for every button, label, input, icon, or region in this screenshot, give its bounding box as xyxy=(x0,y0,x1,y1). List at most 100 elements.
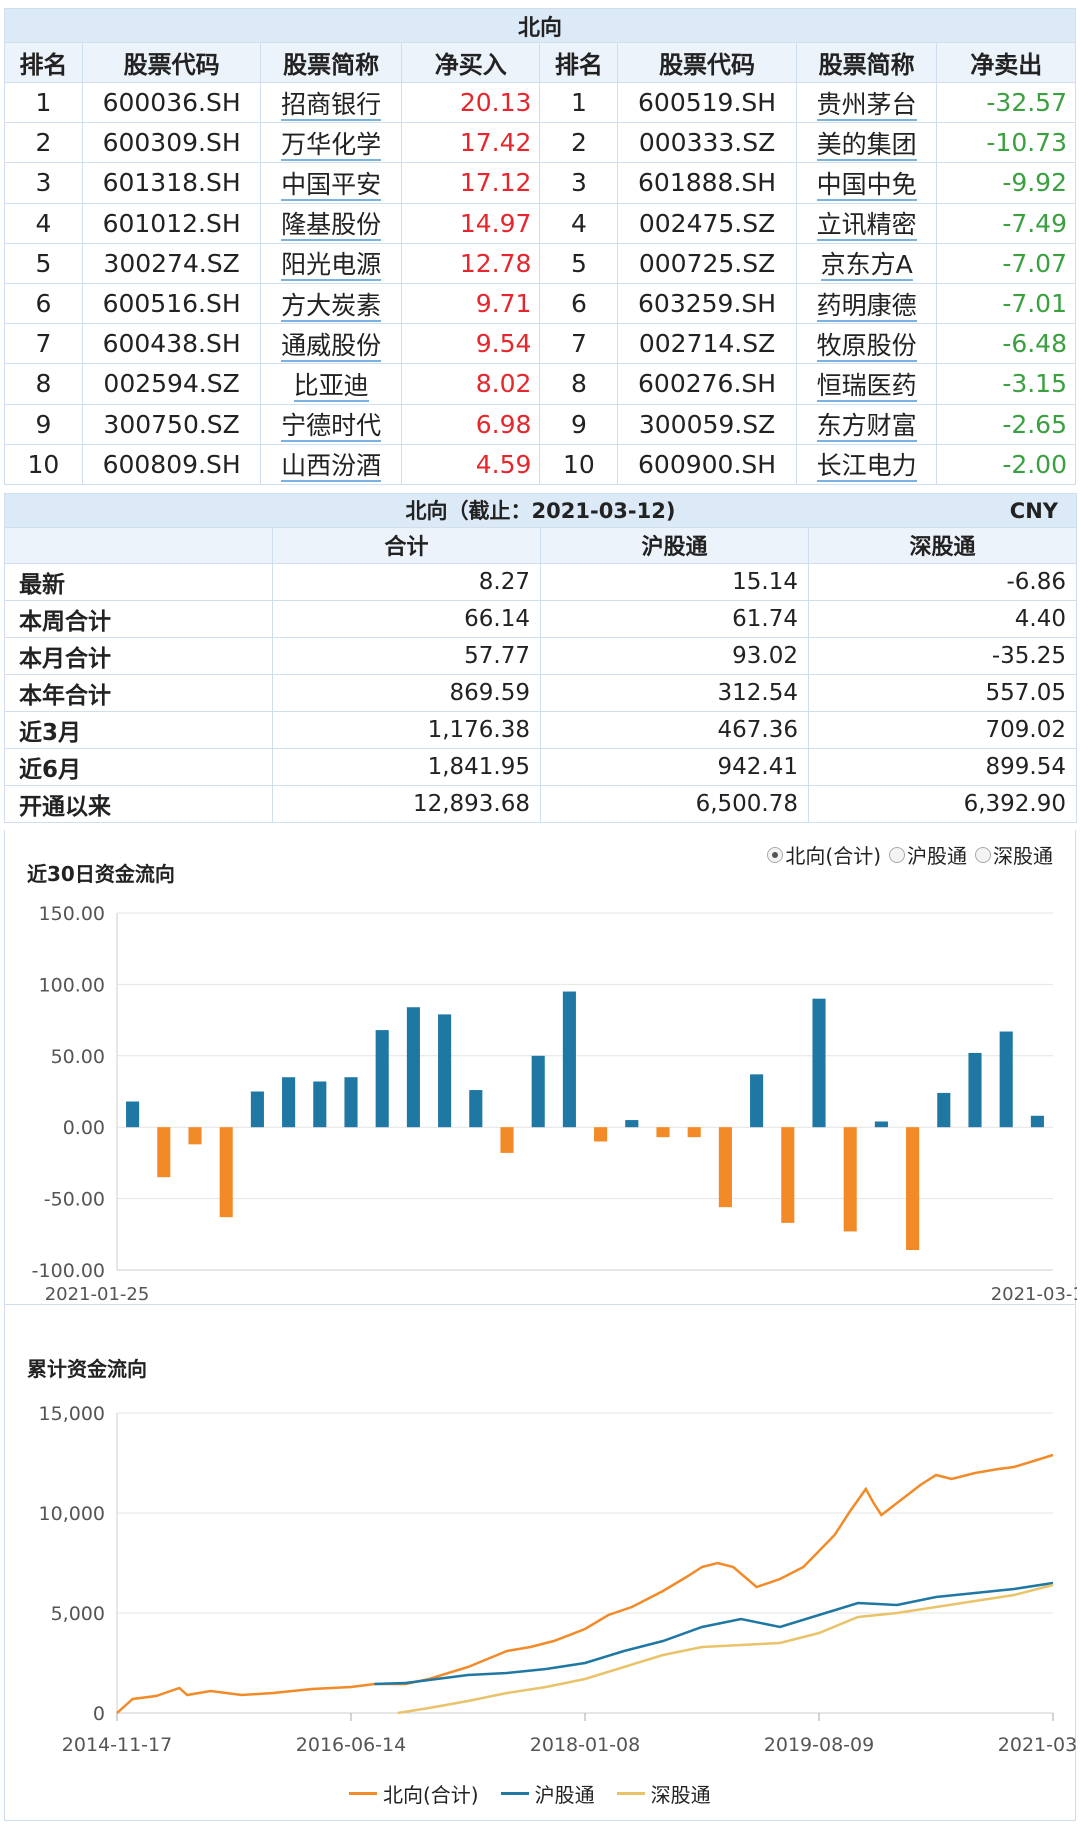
flow-bar-chart: 150.00100.0050.000.00-50.00-100.002021-0… xyxy=(32,903,1077,1305)
row-label: 最新 xyxy=(4,562,273,601)
stock-name-cell[interactable]: 中国平安 xyxy=(260,162,402,204)
series-line xyxy=(397,1583,1054,1715)
rank-cell: 5 xyxy=(539,242,619,284)
stock-name-link[interactable]: 美的集团 xyxy=(816,129,917,161)
table-row: 5 300274.SZ 阳光电源 12.78 5 000725.SZ 京东方A -7.07 xyxy=(4,242,1076,284)
stock-name-cell[interactable]: 恒瑞医药 xyxy=(795,363,938,405)
total-cell: 1,176.38 xyxy=(272,710,541,749)
stock-name-link[interactable]: 贵州茅台 xyxy=(816,89,917,121)
summary-header-blank xyxy=(4,526,273,564)
stock-name-cell[interactable]: 宁德时代 xyxy=(260,403,402,445)
bar xyxy=(781,1127,795,1223)
stock-name-link[interactable]: 隆基股份 xyxy=(281,210,382,242)
net-buy-cell: 4.59 xyxy=(400,443,541,485)
stock-name-cell[interactable]: 长江电力 xyxy=(795,443,938,485)
stock-name-link[interactable]: 山西汾酒 xyxy=(281,451,382,483)
stock-name-cell[interactable]: 东方财富 xyxy=(795,403,938,445)
stock-name-link[interactable]: 中国中免 xyxy=(816,169,917,201)
stock-name-link[interactable]: 方大炭素 xyxy=(281,290,382,322)
stock-name-link[interactable]: 万华化学 xyxy=(281,129,382,161)
header-net-sell: 净卖出 xyxy=(936,42,1076,83)
northbound-summary-table: 北向（截止：2021-03-12) CNY 合计 沪股通 深股通 最新 8.27 1… xyxy=(4,492,1077,823)
code-cell: 600900.SH xyxy=(617,443,797,485)
table-row: 4 601012.SH 隆基股份 14.97 4 002475.SZ 立讯精密 -7.49 xyxy=(4,202,1076,244)
stock-name-link[interactable]: 恒瑞医药 xyxy=(816,370,917,402)
code-cell: 601318.SH xyxy=(81,162,262,204)
stock-name-link[interactable]: 阳光电源 xyxy=(281,250,382,282)
code-cell: 000333.SZ xyxy=(617,122,797,164)
sz-cell: 899.54 xyxy=(808,747,1077,786)
stock-name-cell[interactable]: 阳光电源 xyxy=(260,242,402,284)
bar xyxy=(968,1052,982,1128)
rank-cell: 8 xyxy=(4,363,83,405)
stock-name-link[interactable]: 牧原股份 xyxy=(816,330,917,362)
stock-name-cell[interactable]: 立讯精密 xyxy=(795,202,938,244)
sz-cell: 6,392.90 xyxy=(808,784,1077,823)
stock-name-link[interactable]: 比亚迪 xyxy=(293,370,369,402)
net-buy-cell: 9.54 xyxy=(400,323,541,365)
code-cell: 600519.SH xyxy=(617,81,797,124)
net-sell-cell: -9.92 xyxy=(936,162,1076,204)
stock-name-cell[interactable]: 京东方A xyxy=(795,242,938,284)
y-tick-label: 5,000 xyxy=(51,1603,105,1625)
sh-cell: 942.41 xyxy=(540,747,809,786)
stock-name-link[interactable]: 中国平安 xyxy=(281,169,382,201)
stock-name-cell[interactable]: 山西汾酒 xyxy=(260,443,402,485)
stock-name-cell[interactable]: 招商银行 xyxy=(260,81,402,124)
code-cell: 600276.SH xyxy=(617,363,797,405)
stock-name-cell[interactable]: 比亚迪 xyxy=(260,363,402,405)
stock-name-cell[interactable]: 贵州茅台 xyxy=(795,81,938,124)
row-label: 近6月 xyxy=(4,747,273,786)
stock-name-cell[interactable]: 中国中免 xyxy=(795,162,938,204)
stock-name-link[interactable]: 宁德时代 xyxy=(281,411,382,443)
rank-cell: 3 xyxy=(539,162,619,204)
x-tick-label: 2014-11-17 xyxy=(62,1734,172,1756)
bar xyxy=(188,1127,202,1145)
summary-header-total: 合计 xyxy=(272,526,541,564)
stock-name-cell[interactable]: 牧原股份 xyxy=(795,323,938,365)
row-label: 近3月 xyxy=(4,710,273,749)
code-cell: 300274.SZ xyxy=(81,242,262,284)
bar xyxy=(313,1081,327,1128)
sz-cell: 557.05 xyxy=(808,673,1077,712)
stock-name-link[interactable]: 东方财富 xyxy=(816,411,917,443)
stock-name-cell[interactable]: 药明康德 xyxy=(795,282,938,325)
header-code: 股票代码 xyxy=(81,42,262,83)
stock-name-cell[interactable]: 方大炭素 xyxy=(260,282,402,325)
top-table-header: 排名 股票代码 股票简称 净买入 排名 股票代码 股票简称 净卖出 xyxy=(4,42,1076,83)
header-net-buy: 净买入 xyxy=(400,42,541,83)
stock-name-cell[interactable]: 万华化学 xyxy=(260,122,402,164)
stock-name-link[interactable]: 招商银行 xyxy=(281,89,382,121)
row-label: 开通以来 xyxy=(4,784,273,823)
stock-name-link[interactable]: 立讯精密 xyxy=(816,210,917,242)
bar xyxy=(500,1127,514,1153)
rank-cell: 7 xyxy=(539,323,619,365)
stock-name-cell[interactable]: 隆基股份 xyxy=(260,202,402,244)
stock-name-cell[interactable]: 通威股份 xyxy=(260,323,402,365)
y-tick-label: 100.00 xyxy=(39,974,105,996)
stock-name-link[interactable]: 长江电力 xyxy=(816,451,917,483)
y-tick-label: -50.00 xyxy=(44,1189,105,1211)
summary-row: 近3月 1,176.38 467.36 709.02 xyxy=(4,710,1077,749)
y-tick-label: 150.00 xyxy=(39,903,105,925)
bar xyxy=(625,1120,639,1128)
rank-cell: 9 xyxy=(539,403,619,445)
y-tick-label: 0 xyxy=(93,1703,105,1725)
table-row: 1 600036.SH 招商银行 20.13 1 600519.SH 贵州茅台 -32.57 xyxy=(4,81,1076,124)
sh-cell: 6,500.78 xyxy=(540,784,809,823)
stock-name-link[interactable]: 京东方A xyxy=(820,250,913,282)
table-row: 9 300750.SZ 宁德时代 6.98 9 300059.SZ 东方财富 -2.65 xyxy=(4,403,1076,445)
legend-swatch xyxy=(349,1792,377,1795)
rank-cell: 2 xyxy=(539,122,619,164)
legend-item[interactable]: 北向(合计) xyxy=(349,1779,479,1808)
y-tick-label: 0.00 xyxy=(63,1117,105,1139)
stock-name-cell[interactable]: 美的集团 xyxy=(795,122,938,164)
stock-name-link[interactable]: 药明康德 xyxy=(816,290,917,322)
legend-item[interactable]: 深股通 xyxy=(616,1779,711,1808)
x-start-label: 2021-01-25 xyxy=(45,1284,150,1305)
net-buy-cell: 8.02 xyxy=(400,363,541,405)
stock-name-link[interactable]: 通威股份 xyxy=(281,330,382,362)
legend-item[interactable]: 沪股通 xyxy=(500,1779,595,1808)
bar xyxy=(126,1101,140,1128)
bar xyxy=(999,1031,1013,1128)
